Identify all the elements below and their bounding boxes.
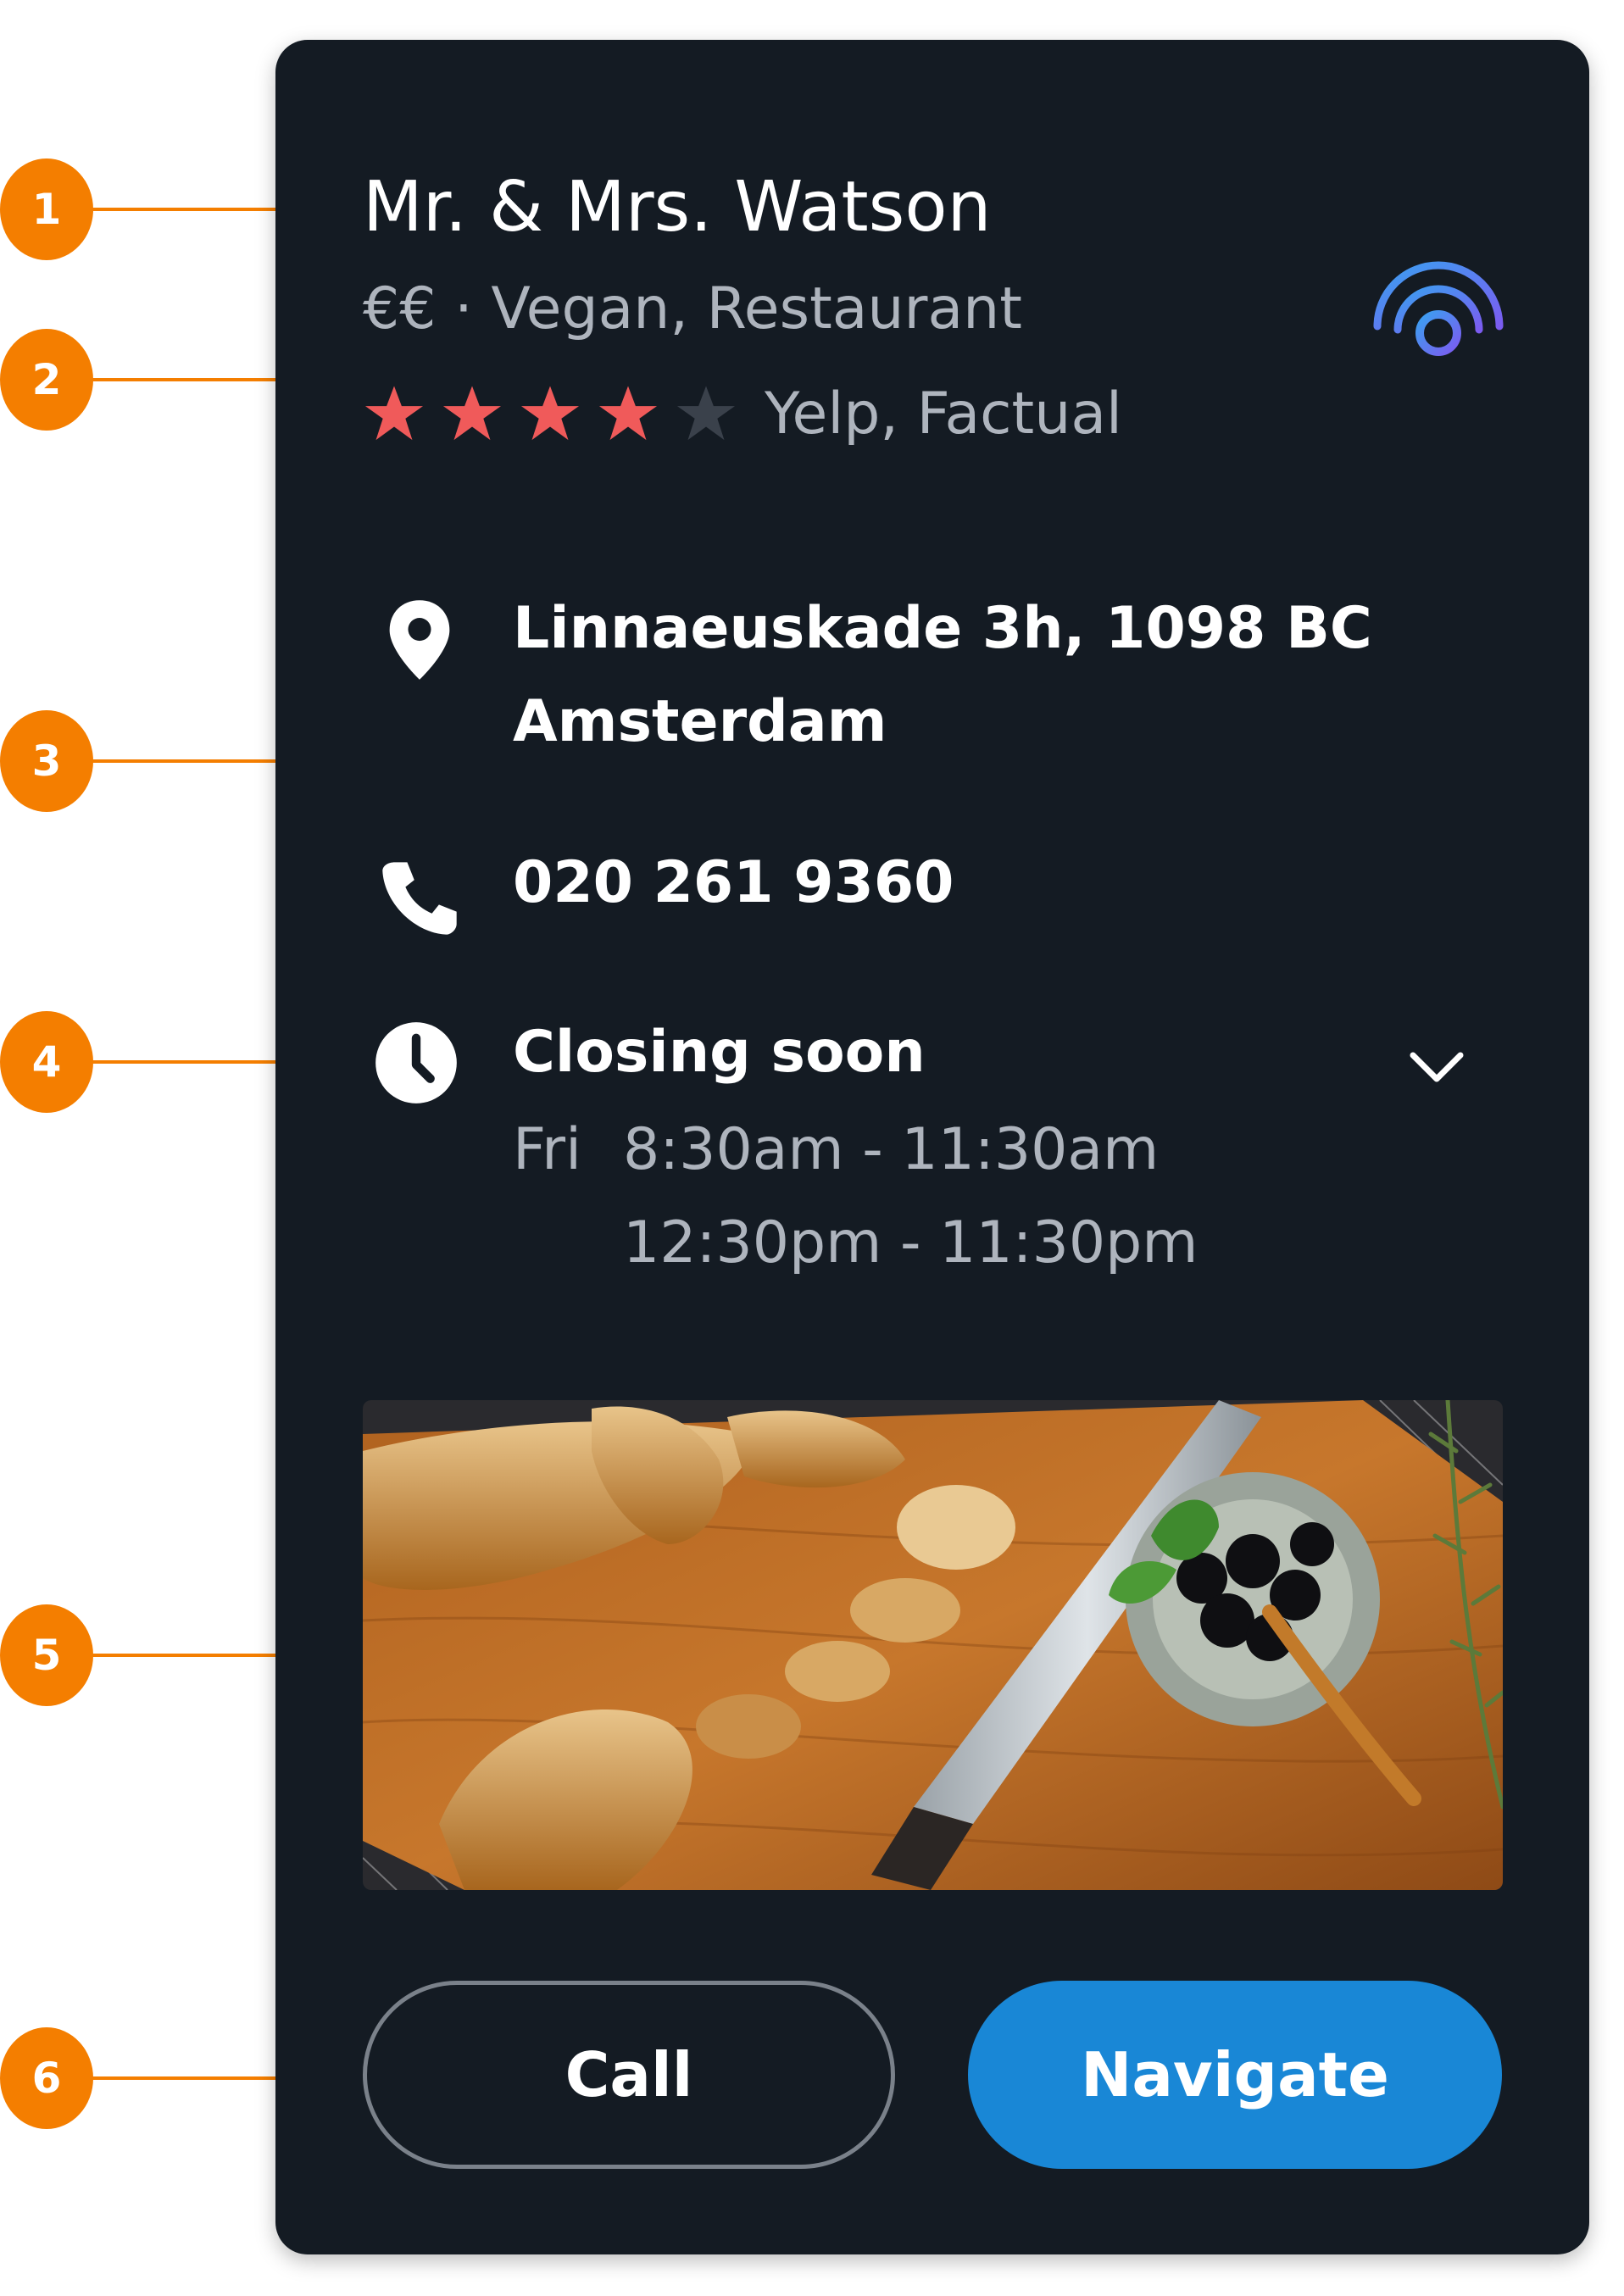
address-line-1: Linnaeuskade 3h, 1098 BC [513, 595, 1372, 662]
navigate-button[interactable]: Navigate [968, 1981, 1502, 2169]
address-line-2: Amsterdam [513, 688, 887, 755]
phone-number[interactable]: 020 261 9360 [513, 849, 954, 916]
star-filled-icon [442, 386, 502, 441]
place-photo[interactable] [363, 1400, 1503, 1890]
star-filled-icon [520, 386, 580, 441]
star-filled-icon [598, 386, 658, 441]
callout-number: 2 [0, 329, 93, 431]
callout-number: 5 [0, 1604, 93, 1706]
hours-day: Fri [513, 1116, 582, 1183]
location-pin-icon [389, 600, 450, 680]
callout-number: 6 [0, 2027, 93, 2129]
rating-row: Yelp, Factual [363, 375, 1122, 452]
rating-sources: Yelp, Factual [765, 380, 1122, 448]
phone-icon [382, 862, 457, 935]
place-name: Mr. & Mrs. Watson [363, 167, 992, 247]
rating-stars [363, 382, 753, 445]
callout-number: 4 [0, 1011, 93, 1113]
live-signal-icon [1373, 261, 1504, 356]
address[interactable]: Linnaeuskade 3h, 1098 BC Amsterdam [513, 582, 1372, 769]
place-subtitle: €€ · Vegan, Restaurant [363, 275, 1022, 342]
place-card: Mr. & Mrs. Watson €€ · Vegan, Restaurant… [275, 40, 1589, 2254]
callout-number: 3 [0, 710, 93, 812]
clock-icon [375, 1022, 457, 1104]
chevron-down-icon[interactable] [1403, 1033, 1471, 1101]
callout-number: 1 [0, 158, 93, 260]
hours-status[interactable]: Closing soon [513, 1019, 926, 1086]
star-empty-icon [676, 386, 736, 441]
star-filled-icon [364, 386, 424, 441]
hours-range-1: 8:30am - 11:30am [623, 1116, 1160, 1183]
hours-range-2: 12:30pm - 11:30pm [623, 1209, 1199, 1276]
call-button[interactable]: Call [363, 1981, 895, 2169]
